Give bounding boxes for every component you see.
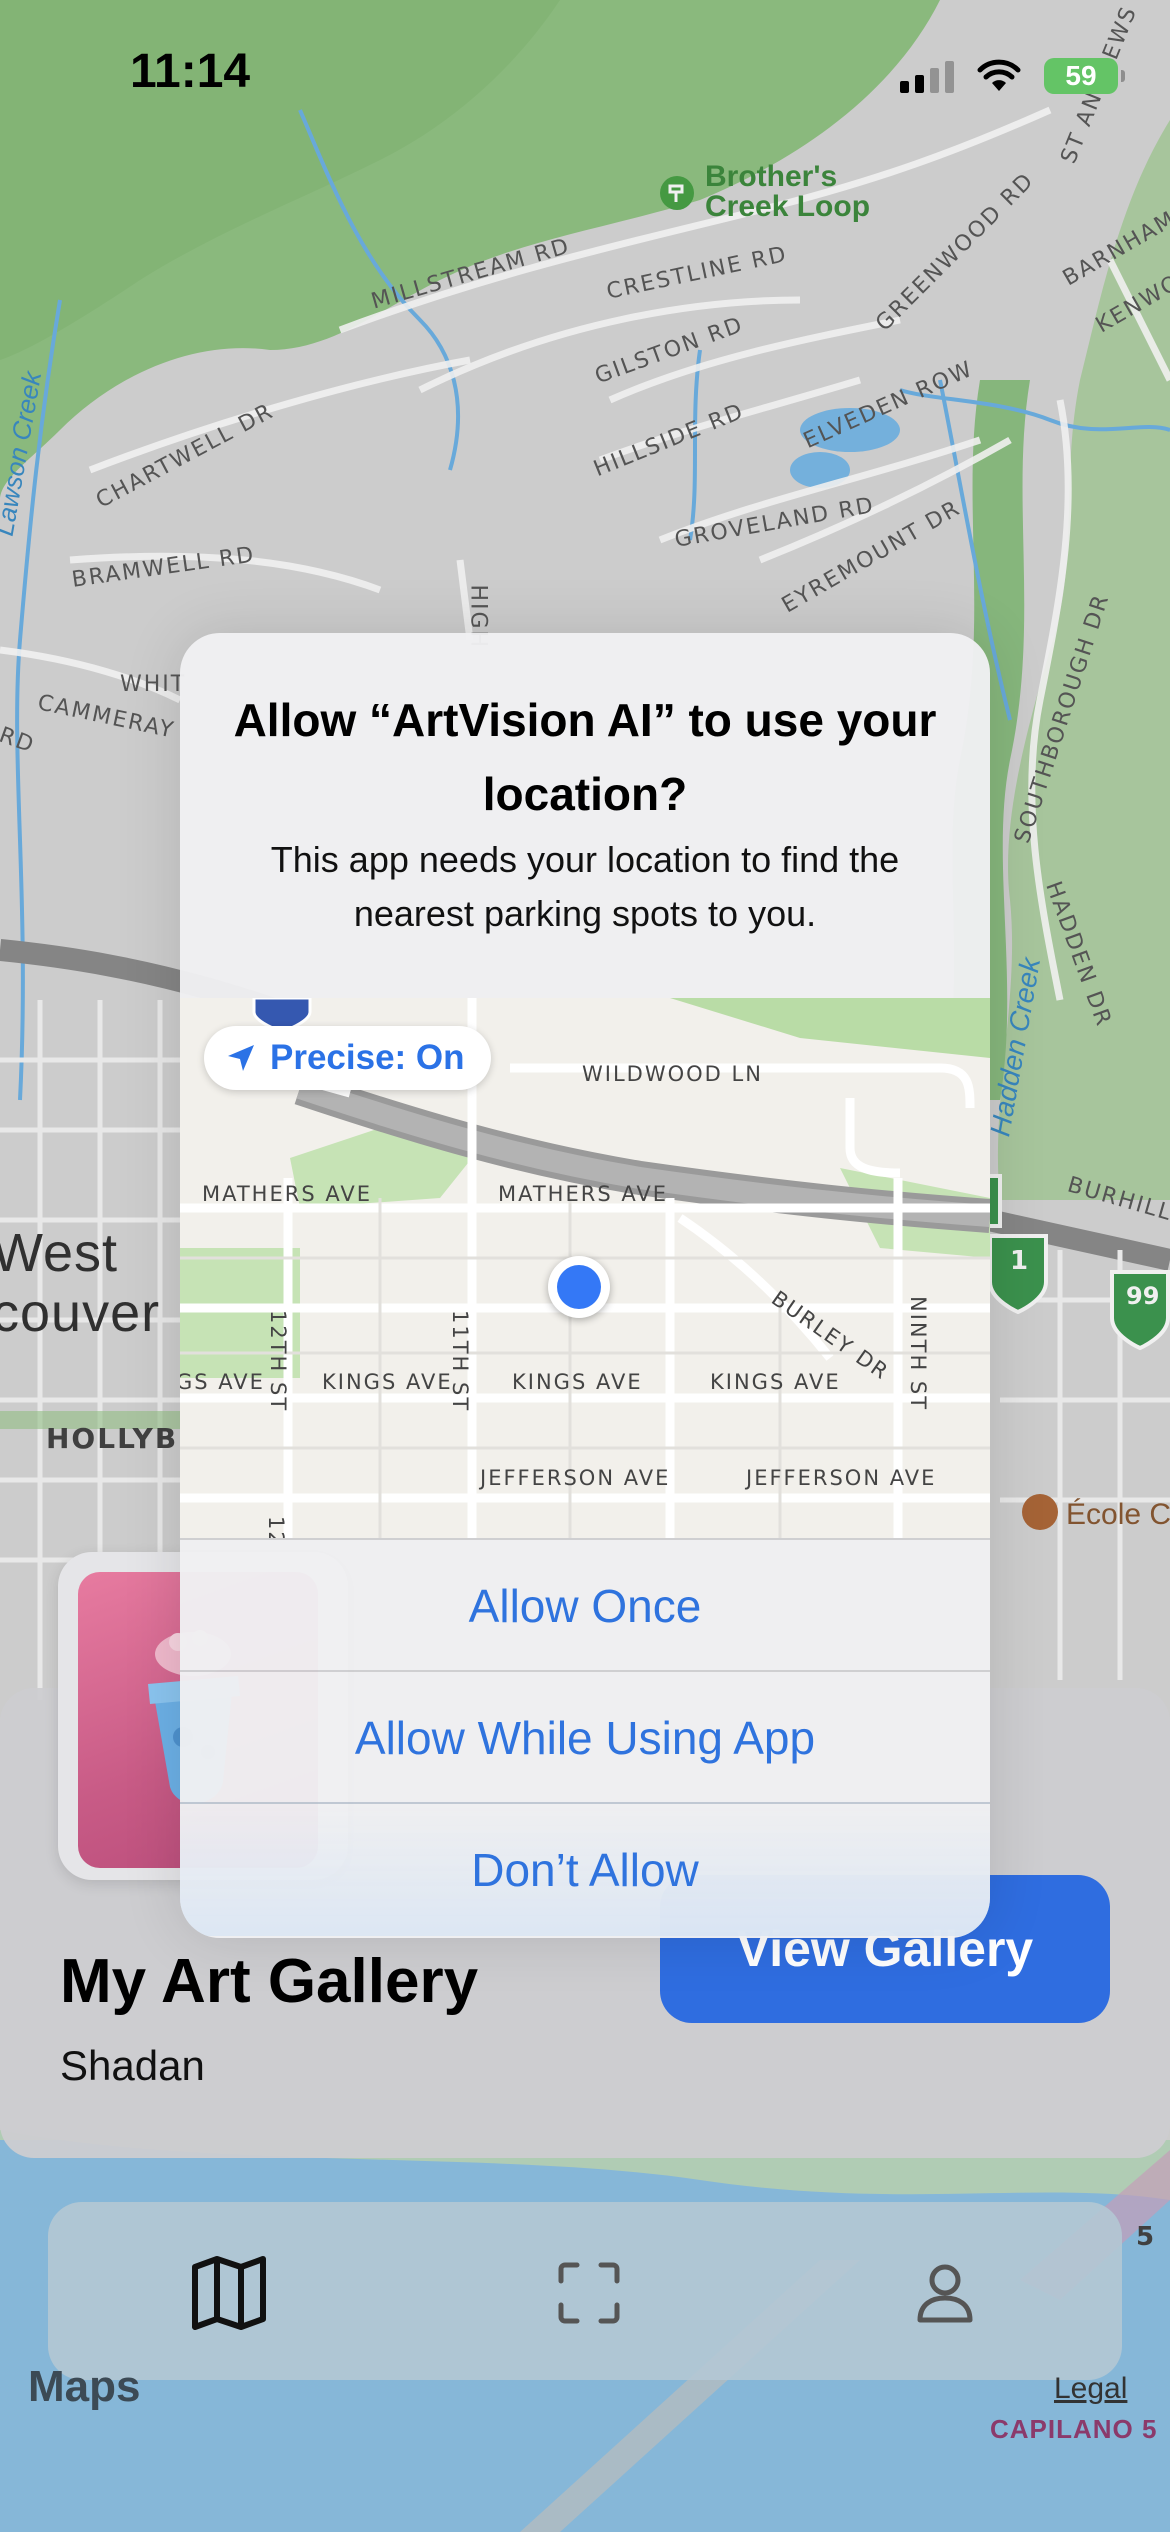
location-permission-alert: Allow “ArtVision AI” to use your locatio…	[180, 633, 990, 1938]
gallery-title: My Art Gallery	[60, 1947, 479, 2016]
map-street-label: GS AVE	[180, 1370, 265, 1394]
location-arrow-icon	[228, 1045, 254, 1071]
profile-icon	[917, 2264, 973, 2323]
map-icon	[192, 2256, 266, 2330]
tab-profile[interactable]	[890, 2238, 1000, 2348]
maps-logo-text: Maps	[28, 2362, 141, 2411]
map-area-label: CAPILANO 5	[990, 2414, 1158, 2444]
alert-title: Allow “ArtVision AI” to use your locatio…	[233, 694, 937, 820]
scan-icon	[558, 2262, 620, 2324]
map-street-label: JEFFERSON AVE	[746, 1466, 937, 1490]
map-street-label: 11TH ST	[448, 1310, 472, 1413]
map-street-label: NINTH ST	[906, 1296, 930, 1412]
status-time: 11:14	[130, 45, 251, 98]
map-street-label: KINGS AVE	[322, 1370, 453, 1394]
map-street-label: WILDWOOD LN	[582, 1062, 763, 1086]
precise-location-toggle[interactable]: Precise: On	[204, 1026, 491, 1090]
gallery-subtitle: Shadan	[60, 2042, 205, 2089]
alert-location-map[interactable]: WILDWOOD LN MATHERS AVE MATHERS AVE 12TH…	[180, 998, 990, 1538]
cellular-signal-icon	[900, 59, 954, 93]
map-street-label: KINGS AVE	[512, 1370, 643, 1394]
map-street-label: JEFFERSON AVE	[480, 1466, 671, 1490]
map-street-label: 12TH	[264, 1516, 288, 1538]
map-street-label: KINGS AVE	[710, 1370, 841, 1394]
allow-while-using-app-button[interactable]: Allow While Using App	[180, 1670, 990, 1804]
status-icons: 59	[900, 58, 1125, 94]
map-street-label: MATHERS AVE	[202, 1182, 372, 1206]
tab-scan[interactable]	[534, 2238, 644, 2348]
allow-once-button[interactable]: Allow Once	[180, 1538, 990, 1672]
current-location-dot	[548, 1256, 610, 1318]
map-street-label: MATHERS AVE	[498, 1182, 668, 1206]
map-street-label: 12TH ST	[266, 1310, 290, 1413]
precise-label: Precise: On	[270, 1038, 465, 1077]
wifi-icon	[977, 59, 1021, 91]
legal-link[interactable]: Legal	[1054, 2372, 1127, 2406]
alert-message: This app needs your location to find the…	[270, 839, 900, 934]
dont-allow-button[interactable]: Don’t Allow	[180, 1802, 990, 1936]
battery-icon: 59	[1044, 58, 1125, 94]
apple-maps-logo: Maps	[28, 2362, 140, 2412]
tab-map[interactable]	[174, 2238, 284, 2348]
